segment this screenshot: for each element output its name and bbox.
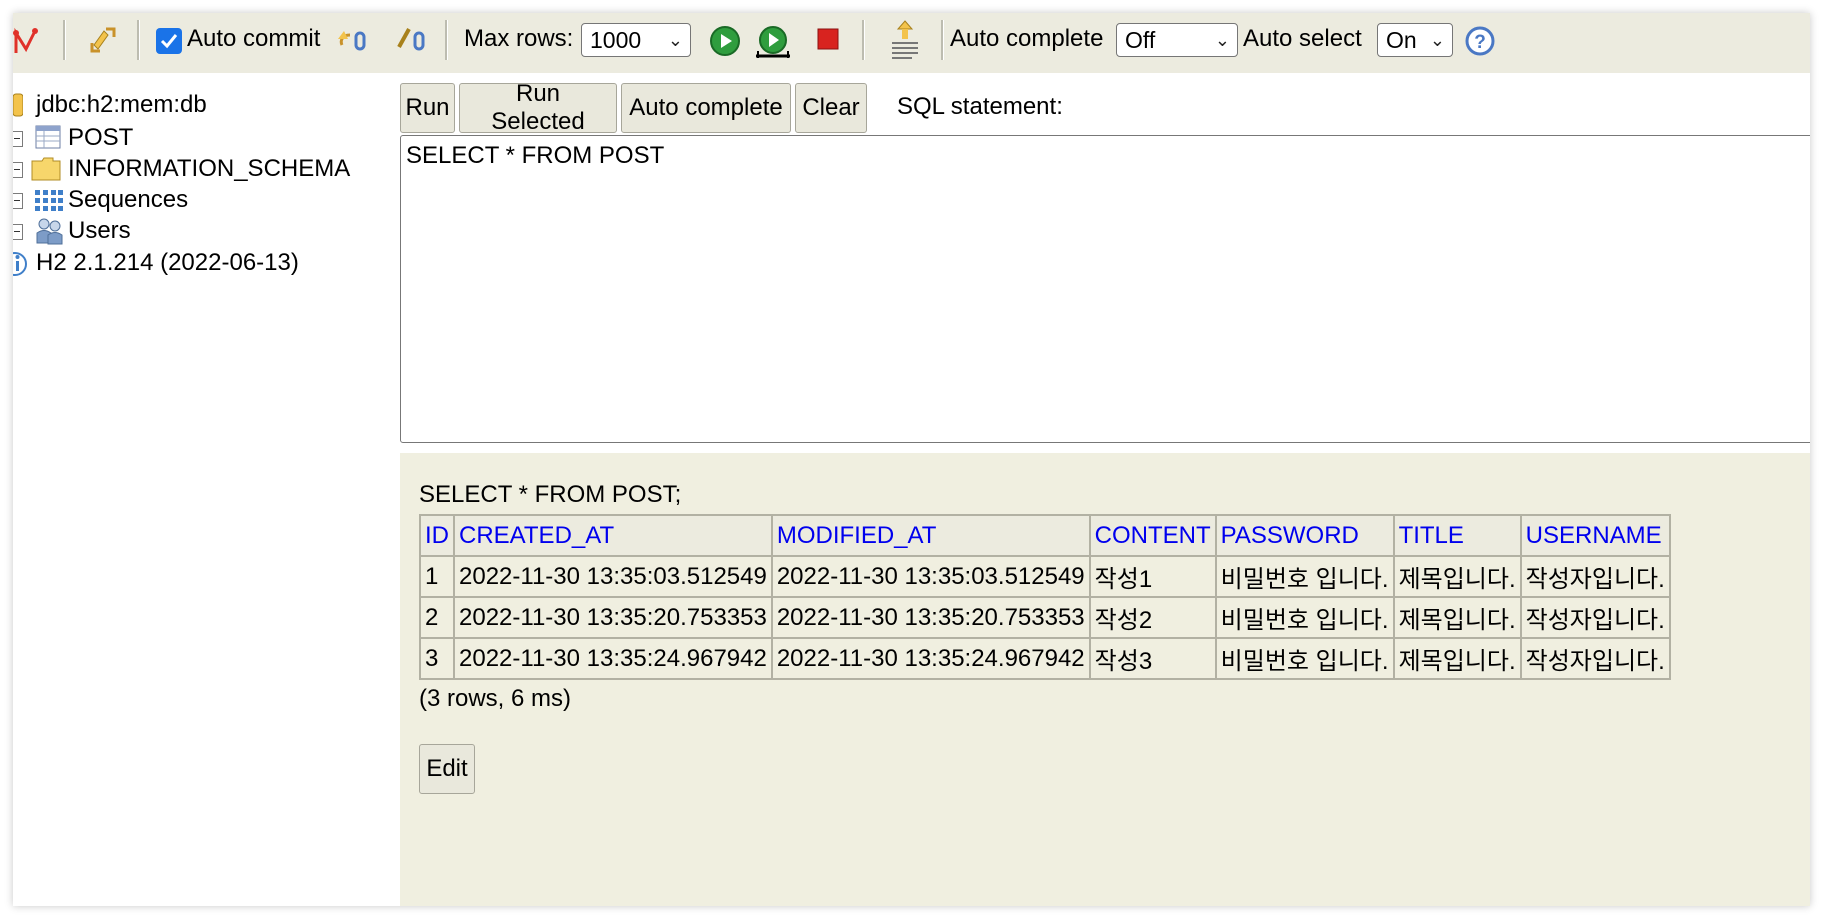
help-icon[interactable]: ? <box>1464 25 1496 57</box>
table-row: 3 2022-11-30 13:35:24.967942 2022-11-30 … <box>419 637 1671 680</box>
expand-icon[interactable] <box>13 193 23 209</box>
table-cell: 제목입니다. <box>1392 596 1522 639</box>
table-cell: 2022-11-30 13:35:24.967942 <box>770 637 1091 680</box>
history-icon[interactable] <box>888 19 922 61</box>
main-pane: Run Run Selected Auto complete Clear SQL… <box>400 73 1810 906</box>
column-header-id[interactable]: ID <box>419 514 455 557</box>
column-header-password[interactable]: PASSWORD <box>1214 514 1395 557</box>
auto-complete-select[interactable]: Off ⌄ <box>1116 23 1238 57</box>
table-cell: 비밀번호 입니다. <box>1214 555 1395 598</box>
sql-editor[interactable]: SELECT * FROM POST <box>400 135 1810 443</box>
tree-version: H2 2.1.214 (2022-06-13) <box>13 246 393 280</box>
table-cell: 2 <box>419 596 455 639</box>
table-cell: 2022-11-30 13:35:24.967942 <box>453 637 773 680</box>
run-selected-button[interactable]: Run Selected <box>459 80 617 135</box>
info-icon <box>13 251 27 284</box>
column-header-title[interactable]: TITLE <box>1392 514 1522 557</box>
table-cell: 작성2 <box>1088 596 1217 639</box>
toolbar-separator <box>941 20 944 60</box>
table-cell: 1 <box>419 555 455 598</box>
table-cell: 2022-11-30 13:35:03.512549 <box>770 555 1091 598</box>
run-button[interactable]: Run <box>400 83 455 133</box>
chevron-down-icon: ⌄ <box>1429 30 1445 50</box>
table-cell: 작성자입니다. <box>1519 555 1671 598</box>
object-tree: jdbc:h2:mem:db POST INFORMATION_SCHEMA S… <box>13 73 400 906</box>
version-label: H2 2.1.214 (2022-06-13) <box>36 249 299 276</box>
tree-item-information-schema[interactable]: INFORMATION_SCHEMA <box>13 152 393 186</box>
disconnect-icon[interactable] <box>13 27 39 55</box>
table-cell: 제목입니다. <box>1392 637 1522 680</box>
column-header-modified-at[interactable]: MODIFIED_AT <box>770 514 1091 557</box>
max-rows-value: 1000 <box>590 27 642 53</box>
table-row: 2 2022-11-30 13:35:20.753353 2022-11-30 … <box>419 596 1671 639</box>
column-header-content[interactable]: CONTENT <box>1088 514 1217 557</box>
auto-complete-label: Auto complete <box>950 25 1104 52</box>
sql-text[interactable]: SELECT * FROM POST <box>406 142 664 169</box>
tree-item-post[interactable]: POST <box>13 121 393 155</box>
edit-button[interactable]: Edit <box>419 744 475 794</box>
rollback-icon[interactable] <box>336 25 370 55</box>
tree-item-label: INFORMATION_SCHEMA <box>68 155 351 182</box>
query-panel: Run Run Selected Auto complete Clear SQL… <box>400 73 1810 453</box>
table-cell: 제목입니다. <box>1392 555 1522 598</box>
column-header-username[interactable]: USERNAME <box>1519 514 1671 557</box>
refresh-icon[interactable] <box>86 23 120 57</box>
toolbar-separator <box>862 20 865 60</box>
svg-text:?: ? <box>1474 32 1486 53</box>
tree-item-users[interactable]: Users <box>13 214 393 248</box>
table-cell: 작성자입니다. <box>1519 637 1671 680</box>
toolbar-separator <box>63 20 66 60</box>
auto-complete-value: Off <box>1125 27 1156 53</box>
chevron-down-icon: ⌄ <box>667 30 683 50</box>
results-panel: SELECT * FROM POST; ID CREATED_AT MODIFI… <box>400 453 1810 906</box>
table-row: 1 2022-11-30 13:35:03.512549 2022-11-30 … <box>419 555 1671 598</box>
commit-icon[interactable] <box>395 25 429 55</box>
table-cell: 작성3 <box>1088 637 1217 680</box>
table-cell: 3 <box>419 637 455 680</box>
table-cell: 비밀번호 입니다. <box>1214 637 1395 680</box>
chevron-down-icon: ⌄ <box>1214 30 1230 50</box>
auto-complete-button[interactable]: Auto complete <box>621 83 791 133</box>
toolbar-separator <box>445 20 448 60</box>
expand-icon[interactable] <box>13 131 23 147</box>
tree-item-sequences[interactable]: Sequences <box>13 183 393 217</box>
table-cell: 2022-11-30 13:35:20.753353 <box>453 596 773 639</box>
run-icon[interactable] <box>709 25 741 57</box>
toolbar-separator <box>137 20 140 60</box>
table-cell: 작성자입니다. <box>1519 596 1671 639</box>
table-cell: 작성1 <box>1088 555 1217 598</box>
stop-icon[interactable] <box>816 27 840 51</box>
tree-connection-label: jdbc:h2:mem:db <box>36 91 207 118</box>
tree-item-label: Users <box>68 217 131 244</box>
auto-select-label: Auto select <box>1243 25 1362 52</box>
auto-commit-checkbox[interactable] <box>156 28 182 54</box>
clear-button[interactable]: Clear <box>795 83 867 133</box>
result-table: ID CREATED_AT MODIFIED_AT CONTENT PASSWO… <box>419 514 1671 680</box>
max-rows-label: Max rows: <box>464 25 574 52</box>
sql-statement-label: SQL statement: <box>897 93 1063 120</box>
expand-icon[interactable] <box>13 162 23 178</box>
auto-select-value: On <box>1386 27 1417 53</box>
result-query-title: SELECT * FROM POST; <box>419 481 682 508</box>
auto-commit-label: Auto commit <box>187 25 321 52</box>
tree-item-label: POST <box>68 124 134 151</box>
table-cell: 2022-11-30 13:35:03.512549 <box>453 555 773 598</box>
tree-item-label: Sequences <box>68 186 189 213</box>
run-selected-icon[interactable] <box>754 25 792 59</box>
h2-console-window: Auto commit Max rows: 1000 ⌄ Auto comple… <box>13 13 1810 906</box>
toolbar: Auto commit Max rows: 1000 ⌄ Auto comple… <box>13 13 1810 73</box>
row-count-label: (3 rows, 6 ms) <box>419 685 572 712</box>
table-cell: 비밀번호 입니다. <box>1214 596 1395 639</box>
table-cell: 2022-11-30 13:35:20.753353 <box>770 596 1091 639</box>
table-header-row: ID CREATED_AT MODIFIED_AT CONTENT PASSWO… <box>419 514 1671 557</box>
column-header-created-at[interactable]: CREATED_AT <box>453 514 773 557</box>
expand-icon[interactable] <box>13 224 23 240</box>
max-rows-select[interactable]: 1000 ⌄ <box>581 23 691 57</box>
auto-select-select[interactable]: On ⌄ <box>1377 23 1453 57</box>
